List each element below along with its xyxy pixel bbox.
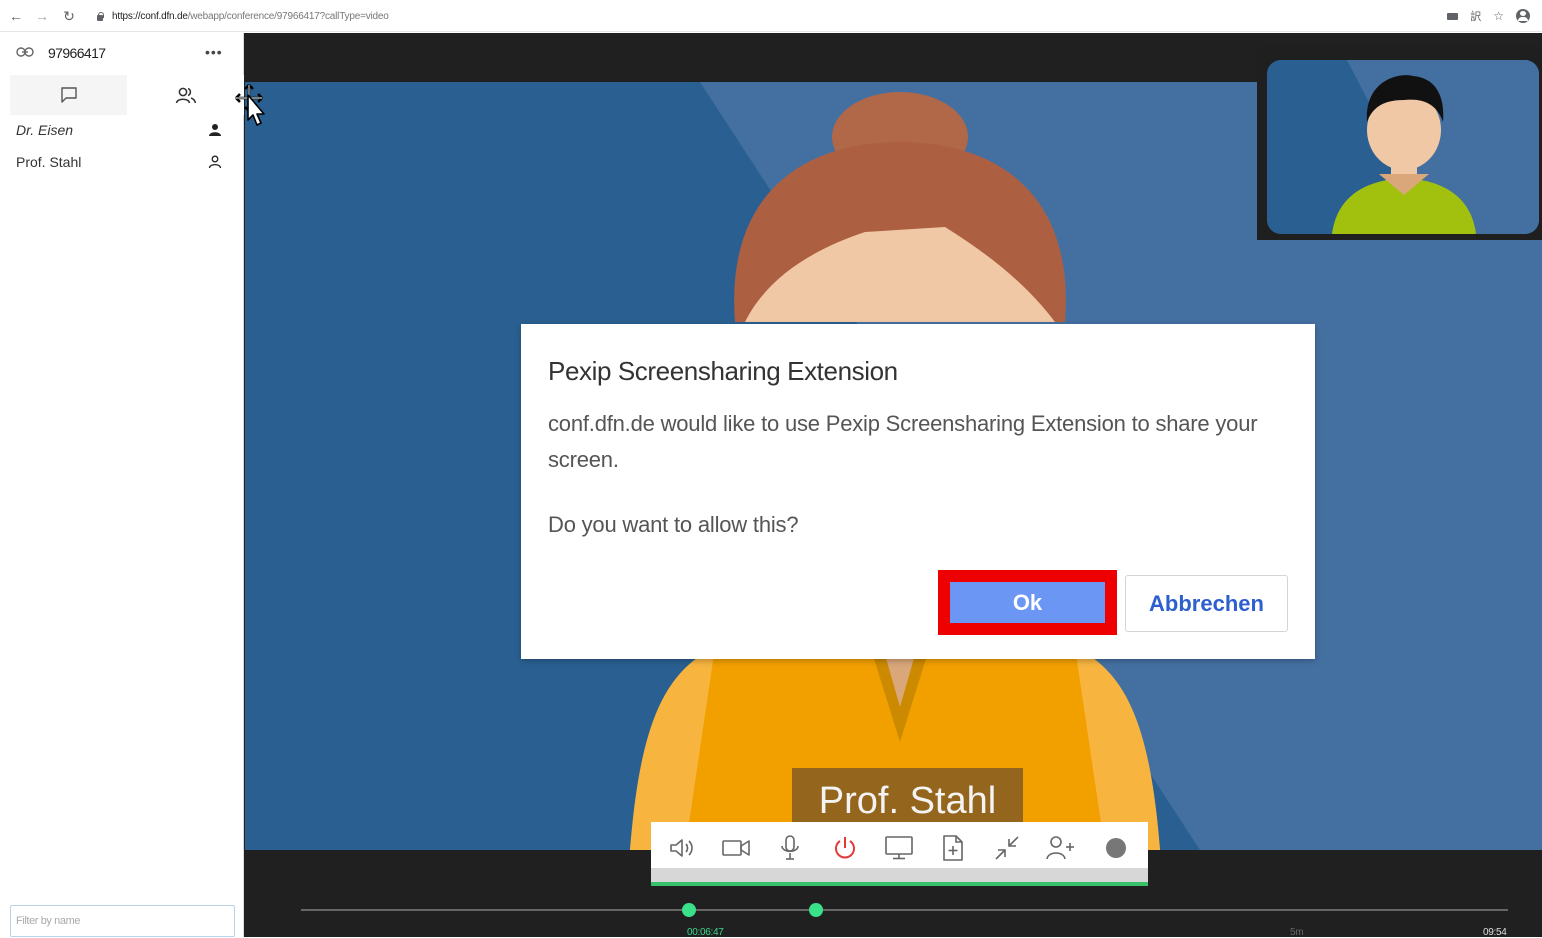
conference-id: 97966417 xyxy=(48,45,106,61)
speaker-name-label: Prof. Stahl xyxy=(792,768,1023,822)
timeline-track[interactable] xyxy=(301,909,1508,911)
timeline-playhead[interactable] xyxy=(682,903,696,917)
lock-icon xyxy=(96,11,104,21)
bookmark-star-icon[interactable]: ☆ xyxy=(1493,9,1504,23)
call-toolbar xyxy=(651,822,1148,886)
participant-row[interactable]: Dr. Eisen xyxy=(10,115,244,145)
dialog-title: Pexip Screensharing Extension xyxy=(548,356,898,386)
participants-icon xyxy=(175,87,196,104)
address-bar[interactable]: https://conf.dfn.de/webapp/conference/97… xyxy=(96,7,389,25)
timeline-marker[interactable] xyxy=(809,903,823,917)
screen-share-icon[interactable] xyxy=(883,832,915,864)
reload-icon[interactable]: ↻ xyxy=(61,7,77,25)
power-icon[interactable] xyxy=(829,832,861,864)
participant-row[interactable]: Prof. Stahl xyxy=(10,147,244,177)
camera-indicator-icon[interactable] xyxy=(1447,12,1459,20)
link-icon[interactable] xyxy=(16,46,34,58)
account-icon[interactable] xyxy=(1516,9,1530,23)
timeline-marker-label: 5m xyxy=(1290,927,1304,938)
add-file-icon[interactable] xyxy=(937,832,969,864)
person-icon xyxy=(208,155,222,169)
more-options-icon[interactable]: ••• xyxy=(205,44,223,60)
toolbar-strip xyxy=(651,868,1148,882)
tab-chat[interactable] xyxy=(10,75,127,115)
camera-icon[interactable] xyxy=(720,832,752,864)
dialog-message: conf.dfn.de would like to use Pexip Scre… xyxy=(548,411,1258,472)
dialog-question: Do you want to allow this? xyxy=(548,512,799,537)
ok-button[interactable]: Ok xyxy=(950,582,1105,623)
cancel-button[interactable]: Abbrechen xyxy=(1125,575,1288,632)
microphone-icon[interactable] xyxy=(774,832,806,864)
screensharing-permission-dialog: Pexip Screensharing Extension conf.dfn.d… xyxy=(521,324,1315,659)
total-time: 09:54 xyxy=(1483,927,1507,938)
participants-sidebar: 97966417 ••• Dr. Eisen Prof. Stahl xyxy=(10,33,244,937)
translate-icon[interactable]: 訳 xyxy=(1470,8,1481,24)
url-host: https://conf.dfn.de xyxy=(112,10,188,22)
add-user-icon[interactable] xyxy=(1045,832,1077,864)
person-icon xyxy=(209,124,221,136)
back-arrow-icon[interactable]: ← xyxy=(8,7,24,25)
participant-name: Prof. Stahl xyxy=(16,154,82,170)
forward-arrow-icon[interactable]: → xyxy=(34,7,50,25)
speaker-icon[interactable] xyxy=(666,832,698,864)
url-path: /webapp/conference/97966417?callType=vid… xyxy=(187,10,389,22)
elapsed-time: 00:06:47 xyxy=(687,927,724,938)
browser-toolbar: ← → ↻ https://conf.dfn.de/webapp/confere… xyxy=(0,0,1542,32)
tab-participants[interactable] xyxy=(127,75,244,115)
participant-name: Dr. Eisen xyxy=(16,122,74,138)
minimize-icon[interactable] xyxy=(991,832,1023,864)
record-icon[interactable] xyxy=(1100,832,1132,864)
filter-by-name-input[interactable] xyxy=(10,905,235,937)
self-view-avatar xyxy=(1267,60,1539,234)
chat-icon xyxy=(60,87,77,103)
sidebar-header: 97966417 ••• xyxy=(10,33,244,73)
mouse-cursor-icon xyxy=(235,84,265,126)
sidebar-tabs xyxy=(10,75,244,115)
self-view[interactable] xyxy=(1257,45,1542,240)
